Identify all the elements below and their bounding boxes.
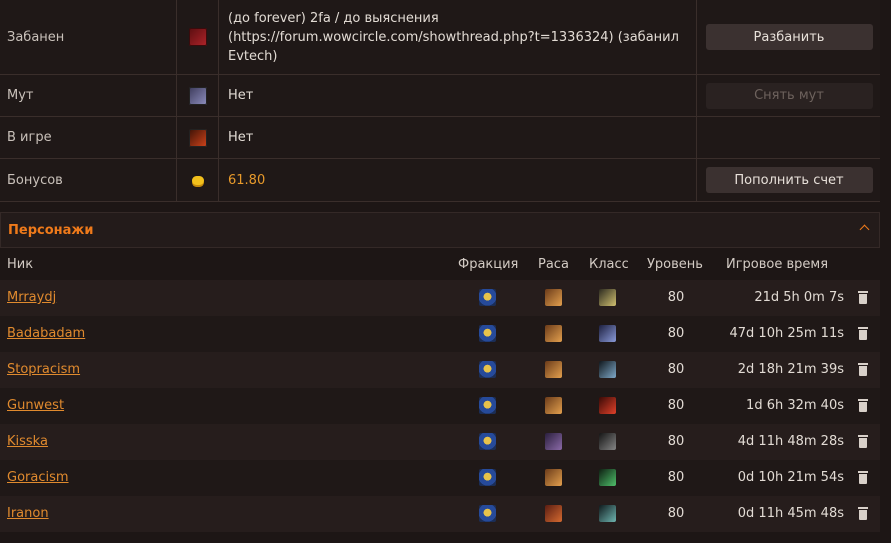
info-label: Забанен bbox=[0, 0, 177, 74]
class-icon bbox=[599, 325, 616, 342]
character-link[interactable]: Badabadam bbox=[7, 326, 85, 341]
character-link[interactable]: Kisska bbox=[7, 434, 48, 449]
character-link[interactable]: Goracism bbox=[7, 470, 69, 485]
alliance-icon bbox=[479, 397, 496, 414]
in-game-icon bbox=[189, 128, 207, 147]
coin-icon bbox=[192, 175, 204, 185]
column-header-class: Класс bbox=[589, 257, 629, 272]
level: 80 bbox=[667, 398, 685, 413]
column-header-playtime: Игровое время bbox=[726, 257, 829, 272]
playtime: 1d 6h 32m 40s bbox=[746, 398, 844, 413]
table-row: Iranon 80 0d 11h 45m 48s bbox=[0, 496, 880, 532]
table-row: Badabadam 80 47d 10h 25m 11s bbox=[0, 316, 880, 352]
mute-value: Нет bbox=[219, 75, 697, 116]
info-row-mute: Мут Нет Снять мут bbox=[0, 75, 880, 117]
level: 80 bbox=[667, 290, 685, 305]
ban-reason: (до forever) 2fa / до выяснения (https:/… bbox=[219, 0, 697, 74]
column-header-faction: Фракция bbox=[458, 257, 519, 272]
playtime: 0d 10h 21m 54s bbox=[737, 470, 844, 485]
account-page: Забанен (до forever) 2fa / до выяснения … bbox=[0, 0, 891, 543]
in-game-value: Нет bbox=[219, 117, 697, 158]
trash-icon[interactable] bbox=[858, 471, 868, 484]
alliance-icon bbox=[479, 361, 496, 378]
ban-icon bbox=[189, 28, 207, 46]
playtime: 0d 11h 45m 48s bbox=[737, 506, 844, 521]
characters-panel-header[interactable]: Персонажи bbox=[0, 212, 880, 248]
class-icon bbox=[599, 505, 616, 522]
class-icon bbox=[599, 469, 616, 486]
level: 80 bbox=[667, 434, 685, 449]
info-label: В игре bbox=[0, 117, 177, 158]
bonus-value: 61.80 bbox=[219, 159, 697, 201]
panel-title: Персонажи bbox=[8, 223, 94, 238]
character-link[interactable]: Stopracism bbox=[7, 362, 80, 377]
class-icon bbox=[599, 289, 616, 306]
table-row: Mrraydj 80 21d 5h 0m 7s bbox=[0, 280, 880, 316]
character-link[interactable]: Iranon bbox=[7, 506, 49, 521]
trash-icon[interactable] bbox=[858, 327, 868, 340]
level: 80 bbox=[667, 362, 685, 377]
human-race-icon bbox=[545, 505, 562, 522]
column-header-race: Раса bbox=[538, 257, 569, 272]
playtime: 21d 5h 0m 7s bbox=[754, 290, 844, 305]
table-row: Kisska 80 4d 11h 48m 28s bbox=[0, 424, 880, 460]
playtime: 47d 10h 25m 11s bbox=[729, 326, 845, 341]
table-row: Goracism 80 0d 10h 21m 54s bbox=[0, 460, 880, 496]
mute-icon bbox=[189, 86, 207, 105]
alliance-icon bbox=[479, 505, 496, 522]
table-row: Gunwest 80 1d 6h 32m 40s bbox=[0, 388, 880, 424]
trash-icon[interactable] bbox=[858, 291, 868, 304]
class-icon bbox=[599, 433, 616, 450]
level: 80 bbox=[667, 326, 685, 341]
alliance-icon bbox=[479, 289, 496, 306]
info-row-in-game: В игре Нет bbox=[0, 117, 880, 159]
chevron-up-icon[interactable] bbox=[859, 224, 870, 235]
alliance-icon bbox=[479, 469, 496, 486]
night-elf-race-icon bbox=[545, 433, 562, 450]
playtime: 2d 18h 21m 39s bbox=[737, 362, 844, 377]
human-race-icon bbox=[545, 289, 562, 306]
top-up-button[interactable]: Пополнить счет bbox=[705, 167, 873, 193]
trash-icon[interactable] bbox=[858, 435, 868, 448]
level: 80 bbox=[667, 470, 685, 485]
table-row: Stopracism 80 2d 18h 21m 39s bbox=[0, 352, 880, 388]
character-link[interactable]: Gunwest bbox=[7, 398, 64, 413]
trash-icon[interactable] bbox=[858, 363, 868, 376]
column-header-nick: Ник bbox=[7, 257, 34, 272]
column-header-level: Уровень bbox=[647, 257, 703, 272]
alliance-icon bbox=[479, 325, 496, 342]
info-row-banned: Забанен (до forever) 2fa / до выяснения … bbox=[0, 0, 880, 75]
alliance-icon bbox=[479, 433, 496, 450]
trash-icon[interactable] bbox=[858, 399, 868, 412]
trash-icon[interactable] bbox=[858, 507, 868, 520]
class-icon bbox=[599, 361, 616, 378]
class-icon bbox=[599, 397, 616, 414]
human-race-icon bbox=[545, 361, 562, 378]
level: 80 bbox=[667, 506, 685, 521]
human-race-icon bbox=[545, 469, 562, 486]
character-link[interactable]: Mrraydj bbox=[7, 290, 56, 305]
info-label: Мут bbox=[0, 75, 177, 116]
info-row-bonus: Бонусов 61.80 Пополнить счет bbox=[0, 159, 880, 202]
human-race-icon bbox=[545, 397, 562, 414]
unmute-button[interactable]: Снять мут bbox=[705, 82, 873, 109]
playtime: 4d 11h 48m 28s bbox=[737, 434, 844, 449]
unban-button[interactable]: Разбанить bbox=[705, 24, 873, 50]
info-label: Бонусов bbox=[0, 159, 177, 201]
human-race-icon bbox=[545, 325, 562, 342]
